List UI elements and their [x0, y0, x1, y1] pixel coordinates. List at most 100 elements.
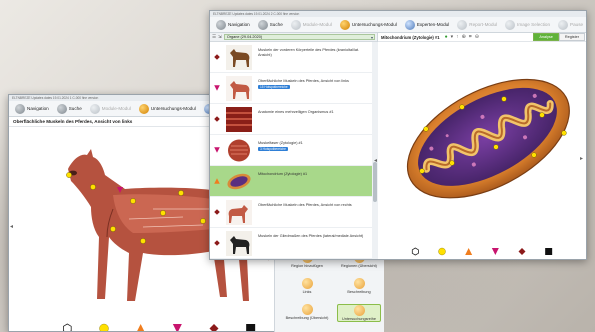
list-item-thumbnail	[226, 231, 252, 256]
side-panel-button-description[interactable]: Beschreibung	[337, 278, 381, 294]
scroll-right-icon[interactable]: ▸	[580, 155, 583, 162]
zoom-in-icon[interactable]: ⊕	[462, 34, 466, 40]
settings-icon[interactable]: ▾	[451, 34, 454, 40]
fit-icon[interactable]: ⌗	[469, 34, 472, 40]
toolbar-button-arrow-left[interactable]: Navigation	[213, 19, 253, 31]
marker-diamond-icon	[214, 209, 220, 215]
list-item[interactable]: Muskeln der Gliedmaßen des Pferdes (late…	[210, 228, 372, 259]
toolbar-button-arrow-left[interactable]: Navigation	[12, 103, 52, 115]
shape-diamond-icon[interactable]	[209, 324, 219, 332]
toolbar-button-search[interactable]: Suche	[54, 103, 85, 115]
marker-shape-palette	[62, 323, 256, 332]
image-toolbar: Mitochondrium (Zytologie) #1 ● ▾ ↑ ⊕ ⌗ ⊖…	[378, 33, 586, 42]
shape-diamond-icon[interactable]	[518, 248, 526, 255]
toolbar-button-report[interactable]: Report-Modul	[454, 19, 500, 31]
list-item-thumbnail	[227, 173, 251, 190]
toolbar-button-label: Pause	[570, 22, 584, 27]
side-panel-button-description-overview[interactable]: Beschreibung (Übersicht)	[285, 304, 329, 320]
hotspot-marker	[110, 226, 116, 232]
marker-diamond-icon	[214, 240, 220, 246]
pin-icon[interactable]: ↑	[456, 34, 459, 40]
hotspot-marker	[423, 126, 429, 132]
chevron-down-icon: ▾	[370, 35, 373, 40]
scrollbar-thumb[interactable]	[373, 162, 377, 202]
hotspot-marker	[178, 190, 184, 196]
toolbar-button-label: Module-Modul	[101, 106, 131, 111]
toolbar-button-pause[interactable]: Pause	[555, 19, 586, 31]
list-item-text: Oberflächliche Muskeln des Pferdes, Ansi…	[258, 79, 368, 89]
view-mode-toggle: Analyse Register	[533, 33, 585, 41]
zoom-out-icon[interactable]: ⊖	[475, 34, 479, 40]
list-options-icon[interactable]: ☰	[212, 34, 216, 40]
shape-circle-icon[interactable]	[438, 247, 446, 256]
image-detail-pane: Mitochondrium (Zytologie) #1 ● ▾ ↑ ⊕ ⌗ ⊖…	[378, 33, 586, 259]
collapse-pane-icon[interactable]: ◂	[374, 157, 377, 164]
mitochondrion-figure	[406, 78, 570, 199]
tools-side-panel: Region hinzufügen Regionen (Übersicht) Lin…	[274, 248, 384, 332]
shape-square-icon[interactable]	[545, 248, 553, 255]
toolbar-button-label: Experten-Modul	[416, 22, 450, 27]
hotspot-marker	[539, 112, 545, 118]
hotspot-marker	[140, 238, 146, 244]
toolbar-button-label: Report-Modul	[469, 22, 498, 27]
marker-shape-palette	[411, 247, 553, 256]
list-item-thumbnail	[226, 138, 252, 163]
list-item-text: Oberflächliche Muskeln des Pferdes, Ansi…	[258, 203, 368, 208]
list-item[interactable]: Oberflächliche Muskeln des Pferdes, Ansi…	[210, 197, 372, 228]
list-item-text: Anatomie eines mehrzelligen Organismus #…	[258, 110, 368, 115]
side-panel-button-exam-series[interactable]: Untersuchungsreihe	[337, 304, 381, 323]
category-select-value: Organe (29.04.2020)	[226, 35, 263, 39]
tab-register[interactable]: Register	[558, 33, 585, 41]
hotspot-marker	[160, 210, 166, 216]
image-icon	[505, 19, 516, 30]
content-list: Muskeln der vorderen Körperteile des Pfe…	[210, 42, 372, 259]
side-panel-button-label: Beschreibung (Übersicht)	[285, 316, 329, 320]
shape-hexagon-icon[interactable]	[62, 323, 72, 332]
side-panel-button-link[interactable]: Links	[285, 278, 329, 294]
toolbar-button-expert[interactable]: Experten-Modul	[402, 19, 452, 31]
hotspot-marker	[459, 104, 465, 110]
toolbar-button-exam[interactable]: Untersuchungs-Modul	[136, 103, 199, 115]
list-item[interactable]: Anatomie eines mehrzelligen Organismus #…	[210, 104, 372, 135]
hotspot-marker	[493, 144, 499, 150]
side-panel-button-label: Region hinzufügen	[291, 264, 323, 268]
scroll-left-icon[interactable]: ◂	[10, 223, 13, 230]
hotspot-marker	[501, 96, 507, 102]
list-toolbar: ☰ ⇲ Organe (29.04.2020) ▾	[210, 33, 377, 42]
hotspot-marker	[531, 152, 537, 158]
list-item[interactable]: Mitochondrium (Zytologie) #1	[210, 166, 372, 197]
list-item[interactable]: Muskeln der vorderen Körperteile des Pfe…	[210, 42, 372, 73]
list-item[interactable]: Oberflächliche Muskeln des Pferdes, Ansi…	[210, 73, 372, 104]
exam-icon	[339, 19, 350, 30]
list-item-thumbnail	[226, 107, 252, 132]
main-toolbar: Navigation Suche Module-Modul Untersuchungs…	[210, 17, 586, 33]
collapse-icon[interactable]: ⇲	[218, 34, 222, 40]
category-select[interactable]: Organe (29.04.2020) ▾	[223, 34, 375, 40]
description-icon	[353, 278, 365, 289]
shape-triangle-up-icon[interactable]	[136, 324, 145, 332]
shape-triangle-up-icon[interactable]	[465, 248, 473, 255]
marker-triangle-down-icon	[214, 85, 220, 91]
toolbar-button-search[interactable]: Suche	[255, 19, 286, 31]
shape-square-icon[interactable]	[246, 324, 256, 332]
list-item-text: Muskelfaser (Zytologie) #1 3 Hotspotberei…	[258, 141, 368, 151]
status-dot-icon: ●	[444, 34, 448, 40]
arrow-left-icon	[216, 19, 226, 30]
tab-analyse[interactable]: Analyse	[533, 33, 559, 41]
shape-circle-icon[interactable]	[99, 323, 109, 332]
toolbar-button-exam[interactable]: Untersuchungs-Modul	[337, 19, 400, 31]
shape-triangle-down-icon[interactable]	[491, 248, 499, 255]
report-icon	[457, 19, 468, 30]
toolbar-button-label: Untersuchungs-Modul	[351, 22, 397, 27]
toolbar-button-module[interactable]: Module-Modul	[288, 19, 335, 31]
list-item-title: Muskelfaser (Zytologie) #1	[258, 141, 303, 145]
toolbar-button-image[interactable]: Image Selection	[502, 19, 553, 31]
toolbar-button-label: Navigation	[228, 22, 250, 27]
toolbar-button-module[interactable]: Module-Modul	[87, 103, 134, 115]
mitochondrion-image[interactable]	[392, 51, 582, 221]
shape-hexagon-icon[interactable]	[411, 247, 419, 256]
side-panel-button-label: Untersuchungsreihe	[342, 317, 376, 321]
marker-triangle-down-icon	[214, 147, 220, 153]
shape-triangle-down-icon[interactable]	[172, 324, 182, 332]
list-item[interactable]: Muskelfaser (Zytologie) #1 3 Hotspotberei…	[210, 135, 372, 166]
